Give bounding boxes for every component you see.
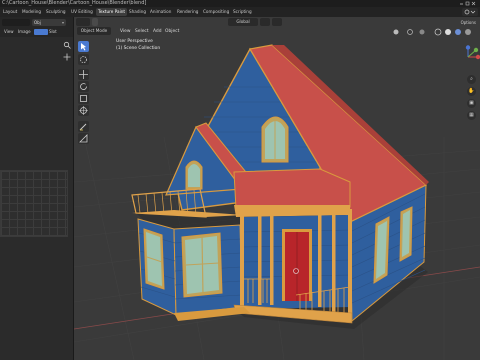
editor-type-button[interactable] <box>2 19 30 26</box>
image-editor: Obj ▾ View Image Slot <box>0 17 74 360</box>
window-title: C:\Cartoon_House\Blender\Cartoon_House\B… <box>2 0 147 6</box>
tab-texture-paint[interactable]: Texture Paint <box>96 8 128 16</box>
tab-layout[interactable]: Layout <box>1 8 19 16</box>
tab-animation[interactable]: Animation <box>148 8 173 16</box>
window-controls-icon <box>460 1 476 6</box>
tab-sculpting[interactable]: Sculpting <box>44 8 68 16</box>
mode-dropdown[interactable]: Obj ▾ <box>32 19 66 26</box>
tab-scripting[interactable]: Scripting <box>231 8 254 16</box>
window-controls[interactable] <box>458 0 478 7</box>
tab-uv-editing[interactable]: UV Editing <box>69 8 95 16</box>
chevron-down-icon: ▾ <box>61 20 64 25</box>
image-slot-label[interactable]: Slot <box>49 29 57 35</box>
tab-rendering[interactable]: Rendering <box>175 8 200 16</box>
menu-view[interactable]: View <box>4 29 14 35</box>
scene-icon <box>464 9 476 15</box>
workspace-bar: Layout Modeling Sculpting UV Editing Tex… <box>0 7 480 17</box>
title-bar: C:\Cartoon_House\Blender\Cartoon_House\B… <box>0 0 480 7</box>
scene-selector[interactable] <box>462 8 478 16</box>
tab-compositing[interactable]: Compositing <box>201 8 231 16</box>
tab-shading[interactable]: Shading <box>127 8 148 16</box>
zoom-tool-icon[interactable] <box>63 41 71 49</box>
image-slot-button[interactable] <box>34 29 48 35</box>
menu-image[interactable]: Image <box>18 29 31 35</box>
image-editor-header: Obj ▾ View Image Slot <box>0 17 73 37</box>
mode-dropdown-value: Obj <box>34 20 41 25</box>
house-model[interactable] <box>74 17 480 360</box>
tab-modeling[interactable]: Modeling <box>20 8 43 16</box>
pan-tool-icon[interactable] <box>63 53 71 61</box>
3d-viewport[interactable]: Global Object Mode View Select Add Objec… <box>74 17 480 360</box>
uv-image-canvas[interactable] <box>0 170 68 237</box>
